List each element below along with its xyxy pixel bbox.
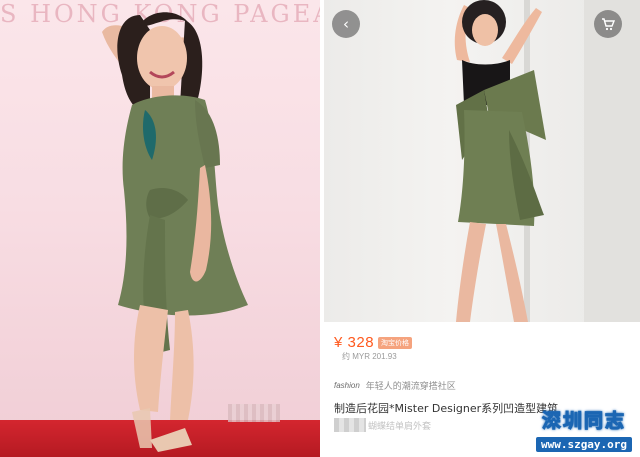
product-photo: ‹: [324, 0, 640, 322]
product-title[interactable]: 制造后花园*Mister Designer系列凹造型建筑: [334, 400, 558, 416]
cart-icon: [602, 18, 615, 31]
price-tag: 淘宝价格: [378, 337, 413, 349]
converted-price: 约 MYR 201.93: [342, 352, 397, 361]
model-in-green-bow-dress: [454, 0, 640, 322]
watermark: 深圳同志 www.szgay.org: [528, 409, 640, 457]
product-subtitle: 蝴蝶结单肩外套: [368, 422, 432, 432]
back-button[interactable]: ‹: [332, 10, 360, 38]
cart-button[interactable]: [594, 10, 622, 38]
shop-logo: fashion: [334, 381, 360, 390]
woman-in-green-dress: [102, 12, 248, 452]
shop-row[interactable]: fashion 年轻人的潮流穿搭社区: [334, 379, 456, 392]
watermark-url: www.szgay.org: [535, 437, 633, 452]
blurred-area: [334, 418, 366, 432]
watermark-title: 深圳同志: [541, 410, 626, 433]
product-listing-screenshot: ‹ ¥ 328 淘宝价格 约 MYR 201.93 fashion 年轻人的潮流…: [324, 0, 640, 457]
price-row: ¥ 328 淘宝价格: [334, 334, 413, 351]
red-carpet-photo: S HONG KONG PAGEANT: [0, 0, 320, 457]
chevron-left-icon: ‹: [343, 14, 349, 33]
price: ¥ 328: [334, 334, 375, 351]
shop-description: 年轻人的潮流穿搭社区: [365, 382, 456, 392]
blurred-area: [228, 404, 280, 422]
